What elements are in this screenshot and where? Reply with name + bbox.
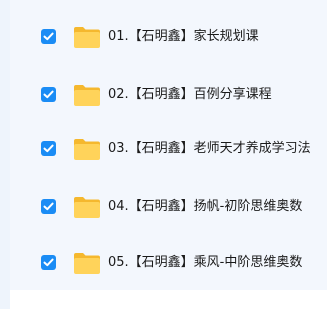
folder-name[interactable]: 03.【石明鑫】老师天才养成学习法	[108, 141, 311, 157]
folder-icon	[73, 25, 101, 49]
folder-name[interactable]: 01.【石明鑫】家长规划课	[108, 29, 259, 45]
file-row[interactable]: 01.【石明鑫】家长规划课	[30, 22, 327, 52]
folder-name[interactable]: 02.【石明鑫】百例分享课程	[108, 87, 272, 103]
folder-name[interactable]: 05.【石明鑫】乘风-中阶思维奥数	[108, 255, 302, 271]
folder-icon	[73, 251, 101, 275]
folder-name[interactable]: 04.【石明鑫】扬帆-初阶思维奥数	[108, 199, 302, 215]
folder-icon	[73, 195, 101, 219]
checkbox-checked[interactable]	[41, 199, 56, 214]
checkmark-icon	[43, 202, 54, 211]
checkbox-checked[interactable]	[41, 29, 56, 44]
checkmark-icon	[43, 32, 54, 41]
file-row[interactable]: 03.【石明鑫】老师天才养成学习法	[30, 134, 327, 164]
checkbox-checked[interactable]	[41, 255, 56, 270]
file-browser: 01.【石明鑫】家长规划课 02.【石明鑫】百例分享课程 03.【石明鑫】老师天…	[0, 0, 327, 309]
file-row[interactable]: 02.【石明鑫】百例分享课程	[30, 80, 327, 110]
file-row[interactable]: 05.【石明鑫】乘风-中阶思维奥数	[30, 248, 327, 278]
file-list: 01.【石明鑫】家长规划课 02.【石明鑫】百例分享课程 03.【石明鑫】老师天…	[10, 0, 327, 290]
folder-icon	[73, 83, 101, 107]
file-row[interactable]: 04.【石明鑫】扬帆-初阶思维奥数	[30, 192, 327, 222]
checkbox-checked[interactable]	[41, 87, 56, 102]
checkmark-icon	[43, 144, 54, 153]
checkmark-icon	[43, 90, 54, 99]
left-sidebar-edge	[0, 0, 10, 309]
checkbox-checked[interactable]	[41, 141, 56, 156]
folder-icon	[73, 137, 101, 161]
checkmark-icon	[43, 258, 54, 267]
